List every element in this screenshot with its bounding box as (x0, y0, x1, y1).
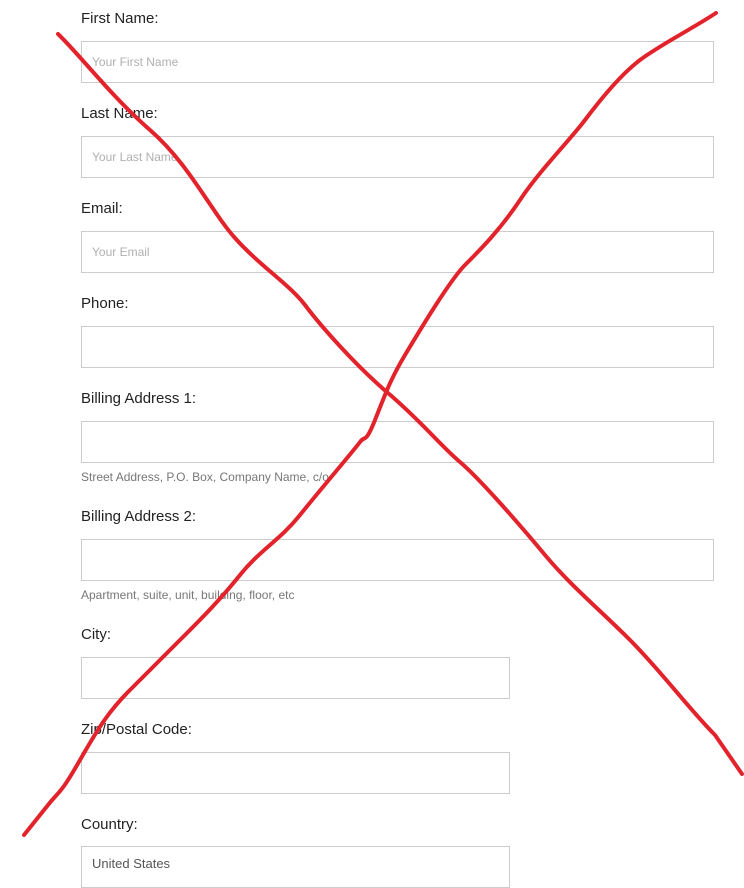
last-name-label: Last Name: (81, 105, 158, 122)
billing-address-1-input[interactable] (81, 421, 714, 463)
billing-address-1-help: Street Address, P.O. Box, Company Name, … (81, 470, 329, 484)
city-label: City: (81, 626, 111, 643)
billing-form: First Name: Last Name: Email: Phone: Bil… (0, 0, 744, 888)
email-input[interactable] (81, 231, 714, 273)
billing-address-2-help: Apartment, suite, unit, building, floor,… (81, 588, 295, 602)
email-label: Email: (81, 200, 123, 217)
billing-address-1-label: Billing Address 1: (81, 390, 197, 407)
phone-label: Phone: (81, 295, 129, 312)
city-input[interactable] (81, 657, 510, 699)
last-name-input[interactable] (81, 136, 714, 178)
first-name-label: First Name: (81, 10, 159, 27)
first-name-input[interactable] (81, 41, 714, 83)
billing-address-2-input[interactable] (81, 539, 714, 581)
zip-input[interactable] (81, 752, 510, 794)
phone-input[interactable] (81, 326, 714, 368)
billing-address-2-label: Billing Address 2: (81, 508, 197, 525)
country-select-value: United States (92, 856, 171, 871)
country-label: Country: (81, 816, 138, 833)
zip-label: Zip/Postal Code: (81, 721, 192, 738)
